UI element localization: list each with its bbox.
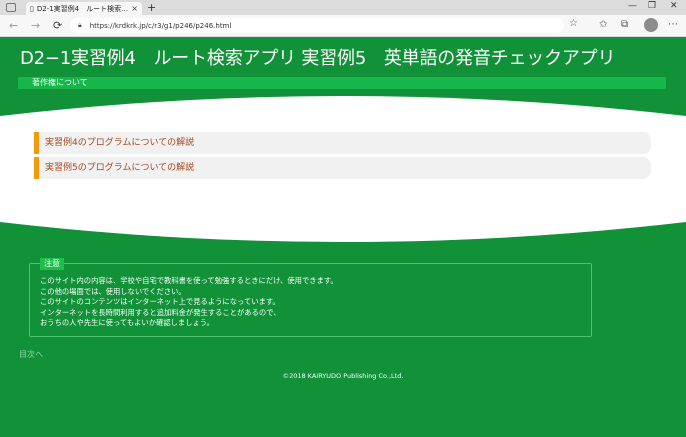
- notice-line: このサイトのコンテンツはインターネット上で見るようになっています。: [40, 297, 280, 306]
- more-icon[interactable]: ⋯: [668, 19, 678, 30]
- new-tab-icon[interactable]: +: [147, 1, 156, 14]
- back-icon[interactable]: ←: [9, 19, 18, 32]
- url-text: https://krdkrk.jp/c/r3/g1/p246/p246.html: [89, 21, 232, 30]
- toc-link[interactable]: 目次へ: [19, 349, 43, 360]
- page-title: D2−1実習例4 ルート検索アプリ 実習例5 英単語の発音チェックアプリ: [20, 48, 616, 69]
- browser-toolbar: ← → ⟳ 🔒︎ https://krdkrk.jp/c/r3/g1/p246/…: [0, 15, 686, 37]
- collections-icon[interactable]: ⧉: [621, 19, 628, 30]
- notice-text: このサイト内の内容は、学校や自宅で教科書を使って勉強するときにだけ、使用できます…: [40, 276, 338, 329]
- favorites-icon[interactable]: ✩: [599, 19, 607, 30]
- program-link-4[interactable]: 実習例4のプログラムについての解説: [34, 132, 651, 154]
- reload-icon[interactable]: ⟳: [53, 19, 62, 32]
- program-link-5[interactable]: 実習例5のプログラムについての解説: [34, 157, 651, 179]
- favorite-star-icon[interactable]: ☆: [569, 18, 578, 29]
- forward-icon[interactable]: →: [31, 19, 40, 32]
- browser-tab-strip: ▯ D2-1実習例4 ルート検索アプリ 実 × + — ❐ ✕: [0, 0, 686, 15]
- lock-icon: 🔒︎: [78, 21, 82, 29]
- minimize-icon[interactable]: —: [628, 1, 637, 11]
- copyright-bar: 著作権について: [18, 77, 666, 89]
- notice-line: おうちの人や先生に使ってもよいか確認しましょう。: [40, 318, 214, 327]
- tab-close-icon[interactable]: ×: [131, 4, 138, 13]
- notice-line: このサイト内の内容は、学校や自宅で教科書を使って勉強するときにだけ、使用できます…: [40, 276, 338, 285]
- copyright-nav-link[interactable]: 著作権について: [32, 77, 88, 89]
- tab-actions-icon[interactable]: [6, 3, 16, 12]
- browser-tab[interactable]: ▯ D2-1実習例4 ルート検索アプリ 実 ×: [26, 2, 142, 15]
- profile-avatar[interactable]: [644, 18, 658, 32]
- address-bar[interactable]: 🔒︎ https://krdkrk.jp/c/r3/g1/p246/p246.h…: [70, 18, 578, 33]
- page-icon: ▯: [30, 4, 34, 13]
- tab-title: D2-1実習例4 ルート検索アプリ 実: [36, 4, 129, 13]
- copyright-text: ©2018 KAIRYUDO Publishing Co.,Ltd.: [282, 372, 404, 380]
- notice-line: インターネットを長時間利用すると追加料金が発生することがあるので、: [40, 307, 281, 317]
- notice-line: この他の場面では、使用しないでください。: [40, 286, 186, 296]
- close-window-icon[interactable]: ✕: [670, 1, 678, 11]
- notice-label: 注意: [40, 258, 64, 270]
- maximize-icon[interactable]: ❐: [648, 1, 656, 11]
